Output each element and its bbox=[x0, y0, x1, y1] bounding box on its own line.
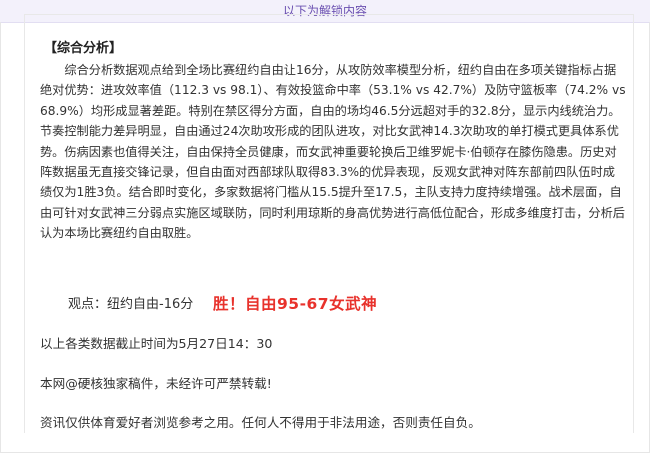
data-cutoff-note: 以上各类数据截止时间为5月27日14：30 bbox=[40, 336, 273, 351]
section-title: 【综合分析】 bbox=[44, 41, 123, 56]
analysis-paragraph: 综合分析数据观点给到全场比赛纽约自由让16分，从攻防效率模型分析，纽约自由在多项… bbox=[40, 63, 626, 241]
disclaimer-text: 资讯仅供体育爱好者浏览参考之用。任何人不得用于非法用途，否则责任自负。 bbox=[40, 415, 481, 430]
pick-label: 观点：纽约自由-16分 bbox=[68, 297, 194, 312]
pick-result: 胜！自由95-67女武神 bbox=[213, 295, 378, 313]
copyright-notice: 本网@硬核独家稿件，未经许可严禁转载! bbox=[40, 376, 272, 391]
